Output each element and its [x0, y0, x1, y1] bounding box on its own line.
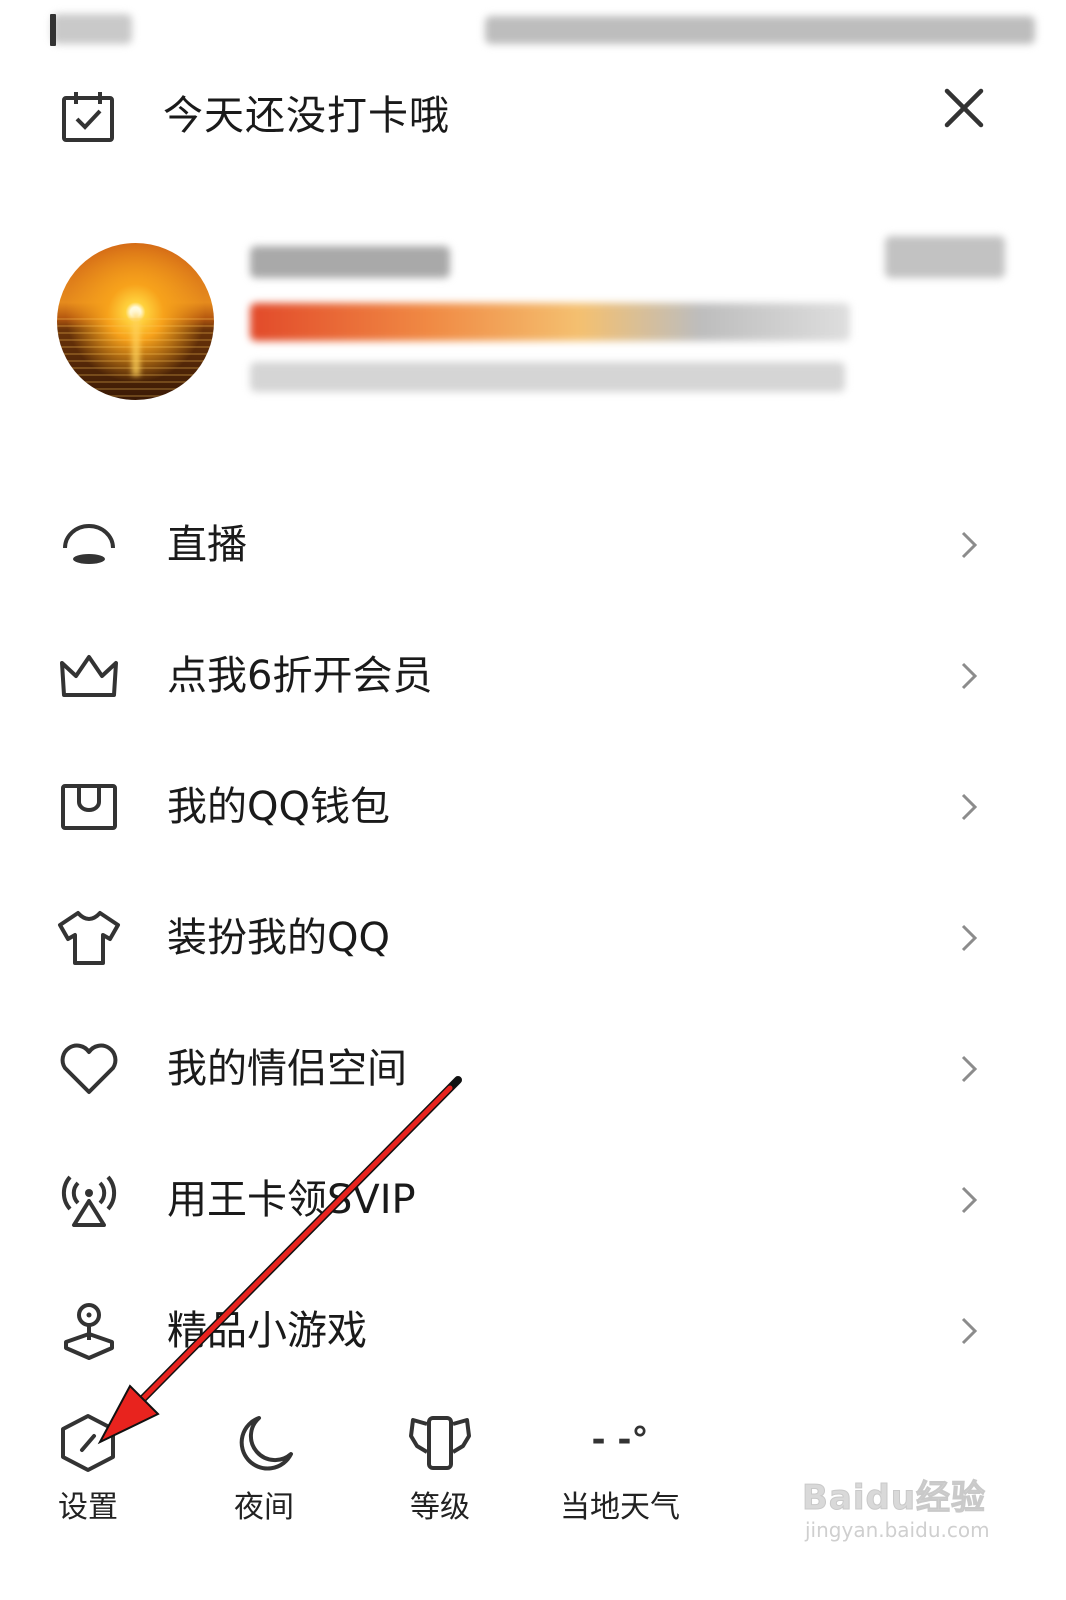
profile-extra-blurred[interactable] — [885, 236, 1005, 278]
chevron-right-icon — [961, 662, 978, 690]
status-bar-marker — [50, 14, 56, 46]
settings-label: 设置 — [58, 1490, 118, 1525]
profile-subtitle-blurred — [250, 362, 845, 392]
menu-item-couple-space[interactable]: 我的情侣空间 — [0, 1004, 1066, 1134]
chevron-right-icon — [961, 1186, 978, 1214]
menu-item-label: 直播 — [167, 522, 247, 568]
menu-item-wallet[interactable]: 我的QQ钱包 — [0, 742, 1066, 872]
tshirt-icon — [58, 911, 120, 965]
menu-item-live[interactable]: 直播 — [0, 480, 1066, 610]
crown-icon — [60, 655, 118, 697]
checkin-reminder-text[interactable]: 今天还没打卡哦 — [163, 88, 450, 144]
wallet-icon — [61, 784, 117, 830]
winged-badge-icon — [409, 1416, 471, 1470]
weather-button[interactable]: - -° 当地天气 — [545, 1412, 695, 1542]
live-icon — [63, 524, 115, 564]
menu-item-label: 我的情侣空间 — [167, 1046, 407, 1092]
menu-item-dress-up[interactable]: 装扮我的QQ — [0, 873, 1066, 1003]
signal-tower-icon — [61, 1175, 117, 1227]
chevron-right-icon — [961, 1317, 978, 1345]
calendar-check-icon[interactable] — [60, 88, 116, 144]
menu-item-king-card[interactable]: 用王卡领SVIP — [0, 1135, 1066, 1265]
joystick-icon — [64, 1303, 114, 1360]
night-mode-label: 夜间 — [234, 1490, 294, 1525]
chevron-right-icon — [961, 531, 978, 559]
chevron-right-icon — [961, 793, 978, 821]
watermark-url: jingyan.baidu.com — [805, 1518, 990, 1542]
avatar[interactable] — [57, 243, 214, 400]
watermark-logo: Baidu经验 — [801, 1478, 987, 1519]
settings-button[interactable]: 设置 — [18, 1412, 158, 1542]
moon-icon — [239, 1416, 293, 1471]
status-bar-left-blurred — [52, 14, 132, 44]
nickname-blurred[interactable] — [250, 246, 450, 278]
menu-item-vip[interactable]: 点我6折开会员 — [0, 611, 1066, 741]
chevron-right-icon — [961, 1055, 978, 1083]
level-label: 等级 — [410, 1490, 470, 1525]
menu-item-mini-games[interactable]: 精品小游戏 — [0, 1266, 1066, 1396]
heart-icon — [60, 1043, 118, 1094]
menu-item-label: 点我6折开会员 — [167, 653, 433, 699]
weather-label: 当地天气 — [560, 1490, 680, 1525]
night-mode-button[interactable]: 夜间 — [194, 1412, 334, 1542]
menu-item-label: 装扮我的QQ — [167, 915, 390, 961]
menu-item-label: 用王卡领SVIP — [167, 1177, 416, 1223]
settings-hexagon-icon — [61, 1414, 115, 1472]
signature-blurred[interactable] — [250, 303, 850, 341]
menu-item-label: 我的QQ钱包 — [167, 784, 390, 830]
menu-item-label: 精品小游戏 — [167, 1308, 367, 1354]
level-button[interactable]: 等级 — [370, 1412, 510, 1542]
chevron-right-icon — [961, 924, 978, 952]
status-bar-right-blurred — [485, 16, 1035, 44]
weather-value: - -° — [591, 1420, 649, 1460]
close-icon[interactable] — [942, 86, 986, 130]
